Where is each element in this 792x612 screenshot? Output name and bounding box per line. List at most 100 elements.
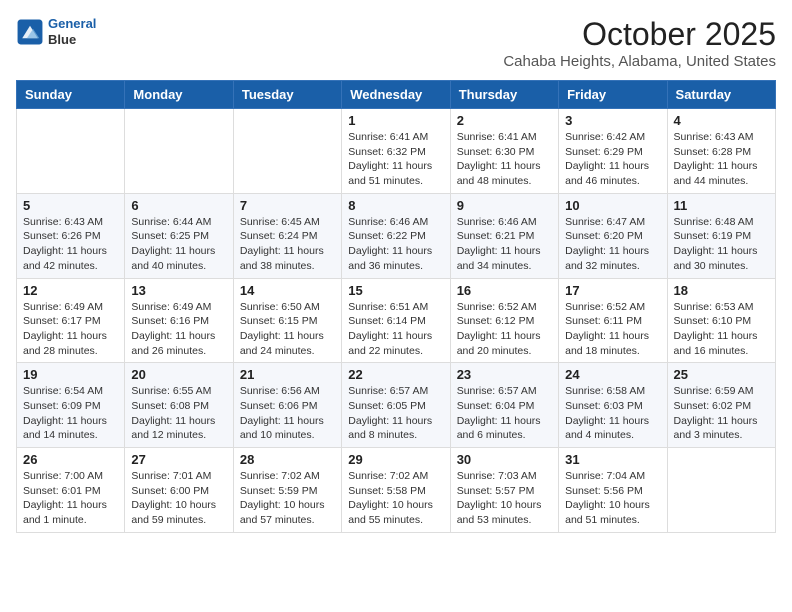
day-cell-1-4: 9 Sunrise: 6:46 AMSunset: 6:21 PMDayligh… <box>450 193 558 278</box>
day-info: Sunrise: 6:49 AMSunset: 6:16 PMDaylight:… <box>131 300 226 359</box>
day-info: Sunrise: 6:48 AMSunset: 6:19 PMDaylight:… <box>674 215 769 274</box>
logo-general: General <box>48 16 96 31</box>
day-info: Sunrise: 6:57 AMSunset: 6:05 PMDaylight:… <box>348 384 443 443</box>
day-cell-3-5: 24 Sunrise: 6:58 AMSunset: 6:03 PMDaylig… <box>559 363 667 448</box>
day-info: Sunrise: 7:02 AMSunset: 5:58 PMDaylight:… <box>348 469 443 528</box>
col-monday: Monday <box>125 81 233 109</box>
title-area: October 2025 Cahaba Heights, Alabama, Un… <box>503 16 776 70</box>
day-info: Sunrise: 6:47 AMSunset: 6:20 PMDaylight:… <box>565 215 660 274</box>
day-number: 9 <box>457 198 552 213</box>
day-cell-4-5: 31 Sunrise: 7:04 AMSunset: 5:56 PMDaylig… <box>559 448 667 533</box>
day-info: Sunrise: 7:03 AMSunset: 5:57 PMDaylight:… <box>457 469 552 528</box>
week-row-3: 19 Sunrise: 6:54 AMSunset: 6:09 PMDaylig… <box>17 363 776 448</box>
calendar-header: Sunday Monday Tuesday Wednesday Thursday… <box>17 81 776 109</box>
day-info: Sunrise: 7:00 AMSunset: 6:01 PMDaylight:… <box>23 469 118 528</box>
day-cell-2-1: 13 Sunrise: 6:49 AMSunset: 6:16 PMDaylig… <box>125 278 233 363</box>
week-row-4: 26 Sunrise: 7:00 AMSunset: 6:01 PMDaylig… <box>17 448 776 533</box>
day-info: Sunrise: 6:46 AMSunset: 6:21 PMDaylight:… <box>457 215 552 274</box>
week-row-2: 12 Sunrise: 6:49 AMSunset: 6:17 PMDaylig… <box>17 278 776 363</box>
calendar: Sunday Monday Tuesday Wednesday Thursday… <box>16 80 776 533</box>
logo-blue: Blue <box>48 32 96 48</box>
day-number: 3 <box>565 113 660 128</box>
day-cell-4-1: 27 Sunrise: 7:01 AMSunset: 6:00 PMDaylig… <box>125 448 233 533</box>
day-number: 1 <box>348 113 443 128</box>
day-info: Sunrise: 6:52 AMSunset: 6:12 PMDaylight:… <box>457 300 552 359</box>
day-cell-4-4: 30 Sunrise: 7:03 AMSunset: 5:57 PMDaylig… <box>450 448 558 533</box>
day-number: 26 <box>23 452 118 467</box>
day-cell-4-2: 28 Sunrise: 7:02 AMSunset: 5:59 PMDaylig… <box>233 448 341 533</box>
day-cell-1-3: 8 Sunrise: 6:46 AMSunset: 6:22 PMDayligh… <box>342 193 450 278</box>
day-info: Sunrise: 6:41 AMSunset: 6:30 PMDaylight:… <box>457 130 552 189</box>
col-thursday: Thursday <box>450 81 558 109</box>
calendar-body: 1 Sunrise: 6:41 AMSunset: 6:32 PMDayligh… <box>17 109 776 533</box>
day-number: 2 <box>457 113 552 128</box>
day-info: Sunrise: 6:53 AMSunset: 6:10 PMDaylight:… <box>674 300 769 359</box>
day-info: Sunrise: 6:42 AMSunset: 6:29 PMDaylight:… <box>565 130 660 189</box>
day-cell-2-0: 12 Sunrise: 6:49 AMSunset: 6:17 PMDaylig… <box>17 278 125 363</box>
day-info: Sunrise: 6:43 AMSunset: 6:28 PMDaylight:… <box>674 130 769 189</box>
week-row-0: 1 Sunrise: 6:41 AMSunset: 6:32 PMDayligh… <box>17 109 776 194</box>
day-info: Sunrise: 6:56 AMSunset: 6:06 PMDaylight:… <box>240 384 335 443</box>
day-number: 16 <box>457 283 552 298</box>
day-cell-3-1: 20 Sunrise: 6:55 AMSunset: 6:08 PMDaylig… <box>125 363 233 448</box>
day-info: Sunrise: 6:57 AMSunset: 6:04 PMDaylight:… <box>457 384 552 443</box>
col-sunday: Sunday <box>17 81 125 109</box>
day-cell-2-4: 16 Sunrise: 6:52 AMSunset: 6:12 PMDaylig… <box>450 278 558 363</box>
day-number: 18 <box>674 283 769 298</box>
day-cell-2-3: 15 Sunrise: 6:51 AMSunset: 6:14 PMDaylig… <box>342 278 450 363</box>
header-row: Sunday Monday Tuesday Wednesday Thursday… <box>17 81 776 109</box>
day-number: 28 <box>240 452 335 467</box>
day-cell-3-6: 25 Sunrise: 6:59 AMSunset: 6:02 PMDaylig… <box>667 363 775 448</box>
day-number: 4 <box>674 113 769 128</box>
day-cell-0-0 <box>17 109 125 194</box>
day-number: 25 <box>674 367 769 382</box>
logo-icon <box>16 18 44 46</box>
col-friday: Friday <box>559 81 667 109</box>
day-number: 13 <box>131 283 226 298</box>
day-info: Sunrise: 6:44 AMSunset: 6:25 PMDaylight:… <box>131 215 226 274</box>
day-info: Sunrise: 6:51 AMSunset: 6:14 PMDaylight:… <box>348 300 443 359</box>
day-info: Sunrise: 6:59 AMSunset: 6:02 PMDaylight:… <box>674 384 769 443</box>
day-number: 8 <box>348 198 443 213</box>
header: General Blue October 2025 Cahaba Heights… <box>16 16 776 70</box>
day-number: 17 <box>565 283 660 298</box>
day-info: Sunrise: 7:04 AMSunset: 5:56 PMDaylight:… <box>565 469 660 528</box>
day-cell-1-6: 11 Sunrise: 6:48 AMSunset: 6:19 PMDaylig… <box>667 193 775 278</box>
day-cell-3-4: 23 Sunrise: 6:57 AMSunset: 6:04 PMDaylig… <box>450 363 558 448</box>
month-title: October 2025 <box>503 16 776 53</box>
day-info: Sunrise: 6:45 AMSunset: 6:24 PMDaylight:… <box>240 215 335 274</box>
day-info: Sunrise: 6:46 AMSunset: 6:22 PMDaylight:… <box>348 215 443 274</box>
day-number: 5 <box>23 198 118 213</box>
day-info: Sunrise: 7:02 AMSunset: 5:59 PMDaylight:… <box>240 469 335 528</box>
day-number: 20 <box>131 367 226 382</box>
day-number: 6 <box>131 198 226 213</box>
day-cell-2-2: 14 Sunrise: 6:50 AMSunset: 6:15 PMDaylig… <box>233 278 341 363</box>
day-number: 12 <box>23 283 118 298</box>
day-number: 14 <box>240 283 335 298</box>
day-cell-1-2: 7 Sunrise: 6:45 AMSunset: 6:24 PMDayligh… <box>233 193 341 278</box>
day-cell-0-3: 1 Sunrise: 6:41 AMSunset: 6:32 PMDayligh… <box>342 109 450 194</box>
day-cell-3-0: 19 Sunrise: 6:54 AMSunset: 6:09 PMDaylig… <box>17 363 125 448</box>
day-cell-0-4: 2 Sunrise: 6:41 AMSunset: 6:30 PMDayligh… <box>450 109 558 194</box>
week-row-1: 5 Sunrise: 6:43 AMSunset: 6:26 PMDayligh… <box>17 193 776 278</box>
logo: General Blue <box>16 16 96 47</box>
day-info: Sunrise: 6:41 AMSunset: 6:32 PMDaylight:… <box>348 130 443 189</box>
day-cell-3-3: 22 Sunrise: 6:57 AMSunset: 6:05 PMDaylig… <box>342 363 450 448</box>
day-cell-4-6 <box>667 448 775 533</box>
day-info: Sunrise: 6:43 AMSunset: 6:26 PMDaylight:… <box>23 215 118 274</box>
col-saturday: Saturday <box>667 81 775 109</box>
day-cell-0-1 <box>125 109 233 194</box>
day-info: Sunrise: 6:55 AMSunset: 6:08 PMDaylight:… <box>131 384 226 443</box>
day-number: 29 <box>348 452 443 467</box>
day-cell-1-0: 5 Sunrise: 6:43 AMSunset: 6:26 PMDayligh… <box>17 193 125 278</box>
day-info: Sunrise: 6:54 AMSunset: 6:09 PMDaylight:… <box>23 384 118 443</box>
day-info: Sunrise: 7:01 AMSunset: 6:00 PMDaylight:… <box>131 469 226 528</box>
day-number: 11 <box>674 198 769 213</box>
col-wednesday: Wednesday <box>342 81 450 109</box>
logo-text: General Blue <box>48 16 96 47</box>
day-cell-1-5: 10 Sunrise: 6:47 AMSunset: 6:20 PMDaylig… <box>559 193 667 278</box>
day-cell-0-6: 4 Sunrise: 6:43 AMSunset: 6:28 PMDayligh… <box>667 109 775 194</box>
col-tuesday: Tuesday <box>233 81 341 109</box>
day-cell-1-1: 6 Sunrise: 6:44 AMSunset: 6:25 PMDayligh… <box>125 193 233 278</box>
day-info: Sunrise: 6:50 AMSunset: 6:15 PMDaylight:… <box>240 300 335 359</box>
